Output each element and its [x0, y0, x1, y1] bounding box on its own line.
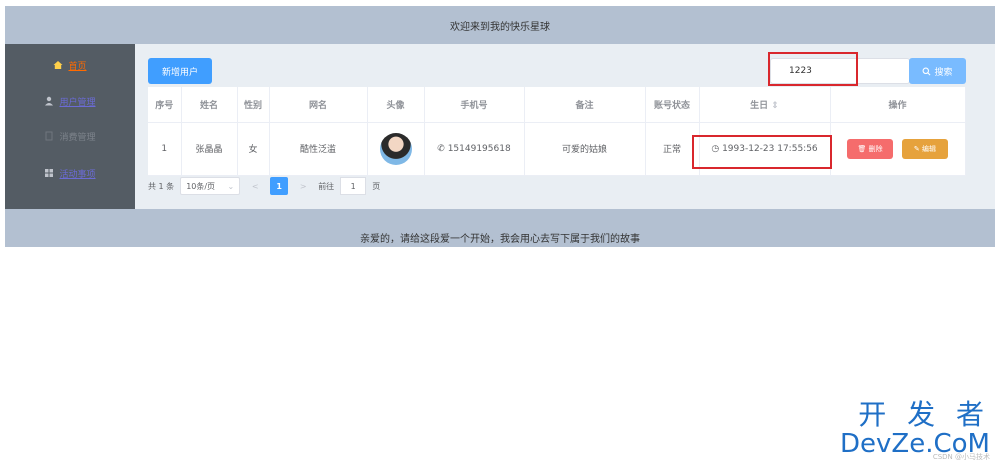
- watermark-csdn: CSDN @小马技术: [932, 453, 990, 461]
- cell-note: 可爱的姑娘: [524, 122, 646, 176]
- col-name: 姓名: [181, 87, 238, 123]
- page-number-current[interactable]: 1: [270, 177, 289, 195]
- cell-gender: 女: [237, 122, 270, 176]
- cell-name: 张晶晶: [181, 122, 238, 176]
- search-button[interactable]: 搜索: [909, 58, 966, 84]
- trash-icon: 🗑: [857, 144, 867, 153]
- col-note: 备注: [524, 87, 646, 123]
- pagination: 共 1 条 10条/页 ⌄ < 1 > 前往 1 页: [148, 177, 380, 195]
- home-icon: [53, 61, 63, 69]
- sort-icon[interactable]: ⇕: [771, 101, 779, 111]
- edit-button-label: 编辑: [921, 144, 936, 153]
- grid-icon: [45, 169, 54, 177]
- sidebar-item-users[interactable]: 用户管理: [5, 91, 135, 111]
- sidebar-item-activities[interactable]: 活动事项: [5, 163, 135, 183]
- header-title: 欢迎来到我的快乐星球: [450, 21, 550, 33]
- col-index: 序号: [148, 87, 182, 123]
- goto-page-input[interactable]: 1: [340, 177, 367, 195]
- col-nickname: 网名: [269, 87, 368, 123]
- cell-status: 正常: [645, 122, 700, 176]
- pencil-icon: ✎: [913, 144, 920, 153]
- edit-button[interactable]: ✎ 编辑: [901, 138, 948, 159]
- page-header: 欢迎来到我的快乐星球: [5, 6, 995, 44]
- pagination-total: 共 1 条: [148, 181, 175, 191]
- user-icon: [45, 96, 54, 106]
- col-status: 账号状态: [645, 87, 700, 123]
- birthday-highlight-box: [692, 135, 832, 169]
- watermark-logo: 开 发 者 DevZe.CoM CSDN @小马技术: [840, 398, 990, 462]
- sidebar-item-home[interactable]: 首页: [5, 55, 135, 75]
- sidebar-item-label: 首页: [68, 61, 87, 72]
- avatar: [379, 132, 412, 165]
- sidebar-item-consumption[interactable]: 消费管理: [5, 126, 135, 146]
- cell-phone: ✆ 15149195618: [424, 122, 525, 176]
- cell-nickname: 酷性泛滥: [269, 122, 368, 176]
- col-actions: 操作: [830, 87, 966, 123]
- cell-avatar: [367, 122, 425, 176]
- cell-actions: 🗑 删除 ✎ 编辑: [830, 122, 966, 176]
- delete-button[interactable]: 🗑 删除: [847, 138, 894, 159]
- main-content: 新增用户 搜索 序号 姓名 性别 网名 头像 手机号 备注 账号状态 生日: [135, 44, 995, 209]
- add-user-button[interactable]: 新增用户: [148, 58, 212, 84]
- goto-label: 前往: [318, 181, 335, 191]
- sidebar-item-label: 用户管理: [59, 97, 96, 108]
- next-page-button[interactable]: >: [294, 177, 312, 195]
- watermark-top: 开 发 者: [858, 398, 990, 431]
- col-phone: 手机号: [424, 87, 525, 123]
- search-highlight-box: [768, 52, 858, 86]
- search-button-label: 搜索: [934, 67, 953, 78]
- sidebar-item-label: 消费管理: [59, 132, 96, 143]
- user-table: 序号 姓名 性别 网名 头像 手机号 备注 账号状态 生日 ⇕ 操作 1 张晶晶…: [148, 87, 966, 176]
- col-birthday-label: 生日: [750, 100, 769, 111]
- phone-icon: ✆: [437, 143, 445, 154]
- col-birthday[interactable]: 生日 ⇕: [699, 87, 831, 123]
- sidebar-menu: 首页 用户管理 消费管理 活动事项: [5, 44, 135, 209]
- prev-page-button[interactable]: <: [246, 177, 264, 195]
- cell-index: 1: [148, 122, 182, 176]
- footer-text: 亲爱的，请给这段爱一个开始，我会用心去写下属于我们的故事: [360, 234, 640, 245]
- page-size-select[interactable]: 10条/页 ⌄: [180, 177, 241, 195]
- search-icon: [923, 67, 931, 75]
- sidebar-item-label: 活动事项: [59, 169, 96, 180]
- page-unit-label: 页: [372, 181, 381, 191]
- col-avatar: 头像: [367, 87, 425, 123]
- col-gender: 性别: [237, 87, 270, 123]
- page-size-value: 10条/页: [186, 181, 216, 191]
- table-row: 1 张晶晶 女 酷性泛滥 ✆ 15149195618 可爱的姑娘 正常 ◷ 19…: [148, 122, 966, 176]
- chevron-down-icon: ⌄: [227, 181, 235, 191]
- table-header-row: 序号 姓名 性别 网名 头像 手机号 备注 账号状态 生日 ⇕ 操作: [148, 87, 966, 123]
- goto-page-value: 1: [350, 181, 356, 191]
- delete-button-label: 删除: [868, 144, 883, 153]
- page-footer: 亲爱的，请给这段爱一个开始，我会用心去写下属于我们的故事: [5, 209, 995, 247]
- document-icon: [45, 131, 53, 141]
- phone-number: 15149195618: [447, 143, 511, 154]
